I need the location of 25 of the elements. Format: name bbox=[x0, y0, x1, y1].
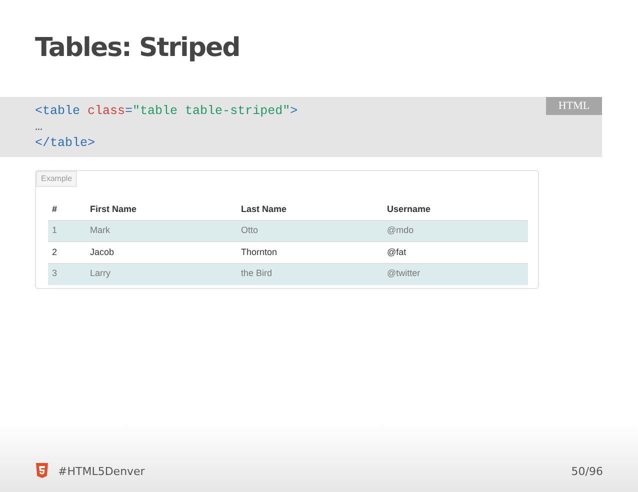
page-number: 50/96 bbox=[571, 464, 603, 480]
example-label: Example bbox=[36, 171, 78, 187]
language-label: HTML bbox=[546, 97, 602, 115]
hashtag-text: #HTML5Denver bbox=[58, 464, 145, 480]
table-cell: the Bird bbox=[237, 263, 383, 284]
shield-logo-icon bbox=[35, 461, 49, 479]
table-cell: Larry bbox=[86, 263, 237, 284]
column-header: Username bbox=[383, 200, 528, 220]
code-line: … bbox=[35, 119, 44, 135]
table-cell: Jacob bbox=[86, 242, 237, 263]
slide-title: Tables: Striped bbox=[35, 32, 241, 65]
column-header: Last Name bbox=[237, 200, 383, 220]
table-cell: Thornton bbox=[237, 242, 383, 263]
code-line: <table class="table table-striped"> bbox=[35, 103, 298, 119]
table-cell: @twitter bbox=[383, 263, 528, 284]
column-header: First Name bbox=[86, 200, 237, 220]
code-line: </table> bbox=[35, 135, 96, 151]
table-cell: 2 bbox=[48, 242, 86, 263]
table-cell: Otto bbox=[237, 220, 383, 242]
table-cell: 1 bbox=[48, 220, 86, 242]
table-cell: @fat bbox=[383, 242, 528, 263]
column-header: # bbox=[48, 200, 86, 220]
table-cell: @mdo bbox=[383, 220, 528, 242]
table-cell: Mark bbox=[86, 220, 237, 242]
table-cell: 3 bbox=[48, 263, 86, 284]
